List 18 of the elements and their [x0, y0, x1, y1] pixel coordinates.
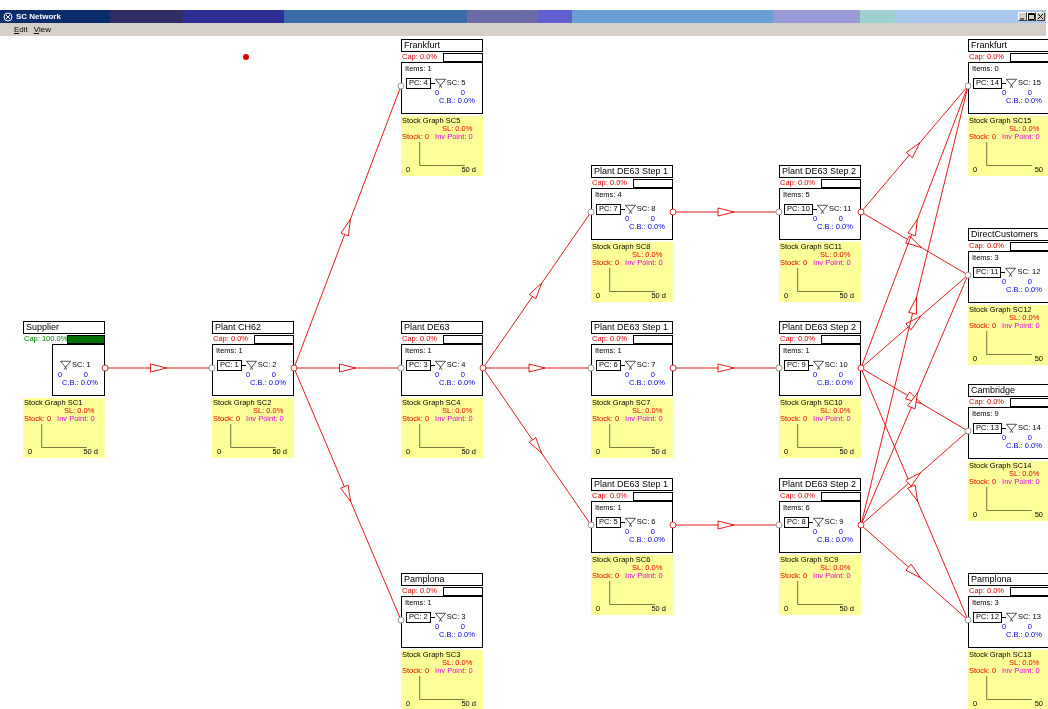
node-title: Plant DE63 Step 2: [779, 321, 861, 334]
node-title: Plant DE63 Step 1: [591, 165, 673, 178]
node-title: Supplier: [23, 321, 105, 334]
node-title: Pamplona: [968, 573, 1048, 586]
window-title: SC Network: [16, 12, 61, 21]
menu-item[interactable]: Edit: [14, 25, 28, 34]
node-title: Plant DE63: [401, 321, 483, 334]
node-title: Plant DE63 Step 1: [591, 478, 673, 491]
node-title: Plant DE63 Step 1: [591, 321, 673, 334]
node-title: Cambridge: [968, 384, 1048, 397]
node-title: Frankfurt: [968, 39, 1048, 52]
node-title: Plant DE63 Step 2: [779, 478, 861, 491]
node-title: Frankfurt: [401, 39, 483, 52]
node-title: Pamplona: [401, 573, 483, 586]
node-title: DirectCustomers: [968, 228, 1048, 241]
menu-item[interactable]: View: [33, 25, 51, 34]
node-title: Plant DE63 Step 2: [779, 165, 861, 178]
node-title: Plant CH62: [212, 321, 294, 334]
